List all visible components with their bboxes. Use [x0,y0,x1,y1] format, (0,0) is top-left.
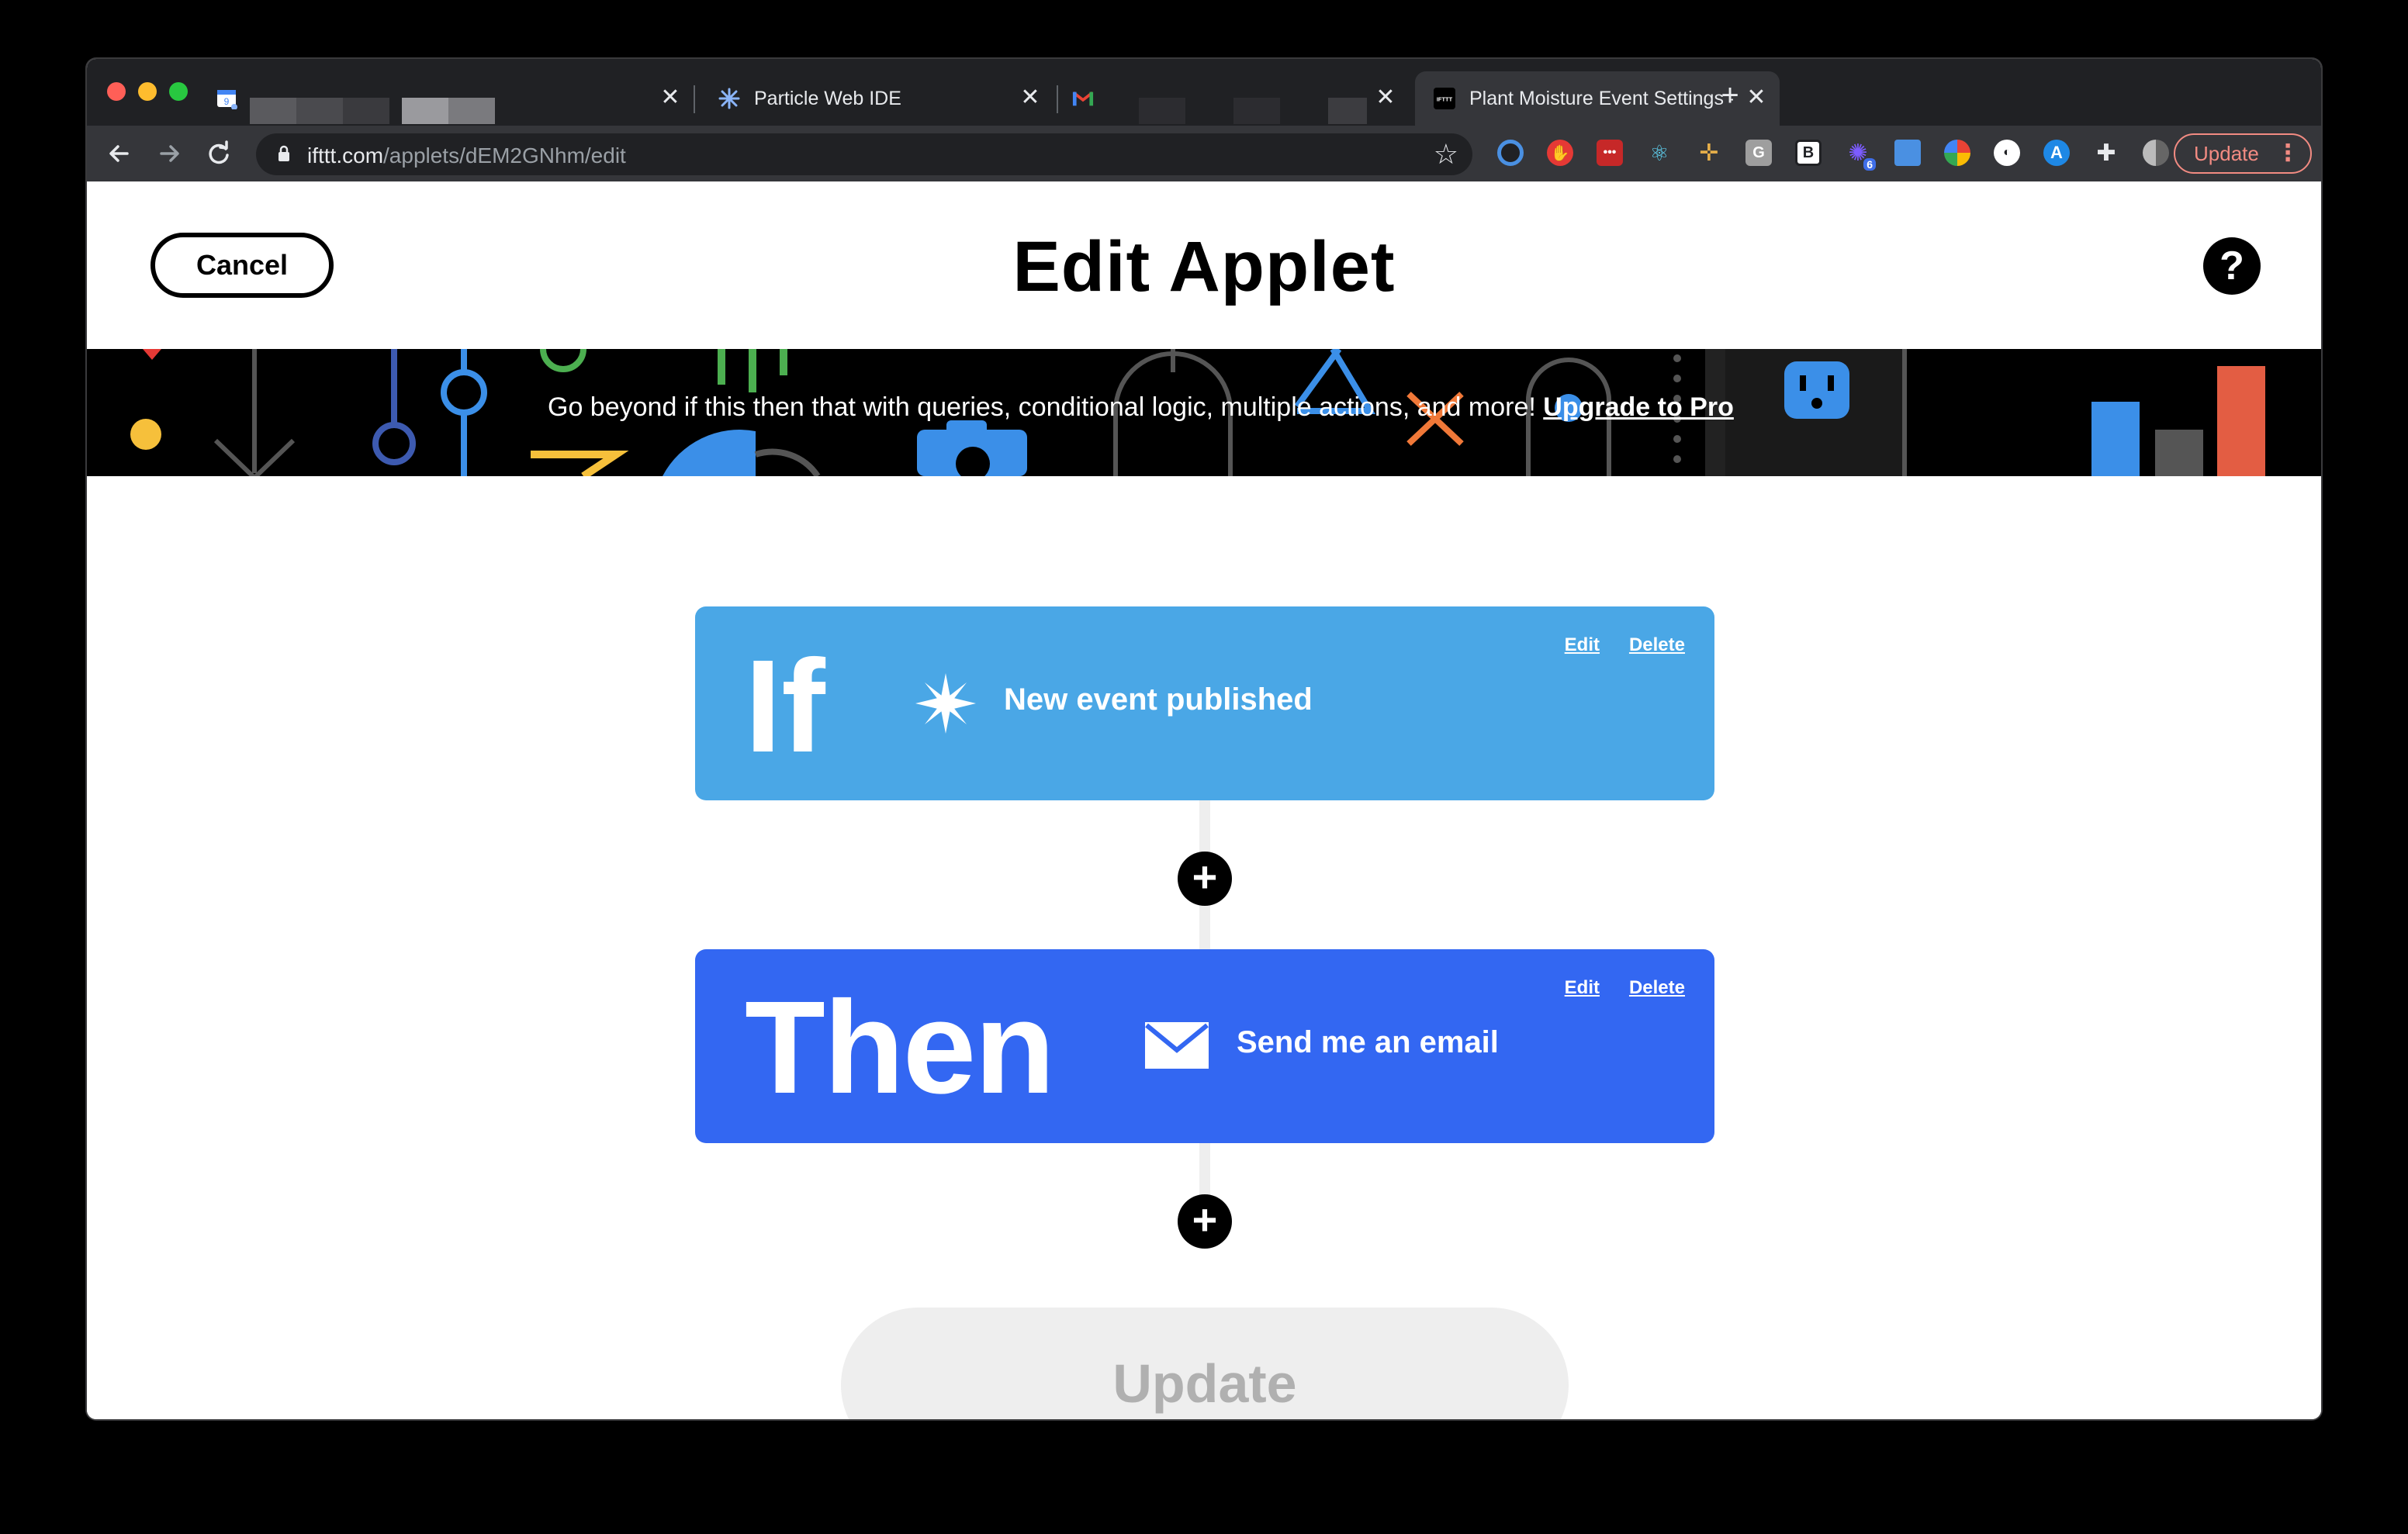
tab-calendar[interactable]: 9 ✕ [203,71,680,126]
profile-avatar[interactable] [2143,140,2169,166]
action-description: Send me an email [1237,1025,1499,1059]
forward-button[interactable] [152,136,186,171]
page-header: Cancel Edit Applet ? [87,181,2321,349]
new-tab-button[interactable]: + [1713,79,1747,113]
tab-close-button[interactable]: ✕ [1372,84,1399,112]
extension-b-icon[interactable]: B [1795,140,1822,166]
upgrade-banner: Go beyond if this then that with queries… [87,349,2321,476]
trigger-description: New event published [1004,682,1313,717]
trigger-delete-link[interactable]: Delete [1629,634,1685,656]
update-button[interactable]: Update [841,1308,1569,1419]
tab-title: Plant Moisture Event Settings - [1469,87,1733,109]
add-step-button[interactable]: + [1178,852,1232,906]
browser-update-button[interactable]: Update ⋮ [2174,133,2312,174]
then-keyword: Then [745,974,1055,1121]
ifttt-icon: IFTTT [1434,88,1455,109]
page-content: Cancel Edit Applet ? Go beyond if this t… [87,181,2321,1419]
back-button[interactable] [102,136,137,171]
page-title: Edit Applet [1012,227,1396,306]
svg-text:9: 9 [224,96,230,107]
particle-star-icon [915,673,976,734]
extension-chat-icon[interactable] [1894,140,1921,166]
extension-g-icon[interactable]: G [1745,140,1772,166]
menu-dots-icon[interactable]: ⋮ [2276,140,2299,168]
reload-icon [209,140,229,164]
extension-badge: 6 [1863,158,1876,171]
extension-burst-icon[interactable]: ✺ 6 [1845,140,1876,171]
window-close-button[interactable] [107,82,126,101]
extension-circle-icon[interactable] [1497,140,1524,166]
address-bar[interactable]: ifttt.com/applets/dEM2GNhm/edit ☆ [256,133,1472,175]
extension-hand-icon[interactable]: ✋ [1547,140,1573,166]
window-minimize-button[interactable] [138,82,157,101]
forward-arrow-icon [160,145,179,162]
back-arrow-icon [109,145,129,162]
url-text: ifttt.com/applets/dEM2GNhm/edit [307,143,626,168]
extension-react-icon[interactable]: ⚛ [1646,140,1673,166]
reload-button[interactable] [202,136,236,171]
add-action-button[interactable]: + [1178,1194,1232,1249]
action-card[interactable]: Then Send me an email Edit Delete [695,949,1714,1143]
particle-star-icon [718,88,740,109]
window-zoom-button[interactable] [169,82,188,101]
extensions-puzzle-icon[interactable]: ✚ [2093,140,2119,166]
if-keyword: If [745,633,825,780]
action-edit-link[interactable]: Edit [1565,977,1600,999]
tab-title: Particle Web IDE [754,87,901,109]
upgrade-to-pro-link[interactable]: Upgrade to Pro [1543,392,1734,422]
tab-gmail[interactable]: ✕ [1061,71,1409,126]
gmail-icon [1072,88,1094,109]
extension-lastpass-icon[interactable]: ••• [1597,140,1623,166]
trigger-edit-link[interactable]: Edit [1565,634,1600,656]
browser-update-label: Update [2194,141,2259,165]
lock-icon [279,145,289,161]
calendar-icon: 9 [216,88,237,109]
action-delete-link[interactable]: Delete [1629,977,1685,999]
extension-clock-icon[interactable]: ◐ [1994,140,2020,166]
browser-toolbar: ifttt.com/applets/dEM2GNhm/edit ☆ ✋ ••• … [87,126,2321,181]
tab-close-button[interactable]: ✕ [1016,84,1044,112]
extension-compass-icon[interactable] [1944,140,1970,166]
trigger-card[interactable]: If New event published Edit Delete [695,606,1714,800]
svg-text:IFTTT: IFTTT [1437,96,1453,103]
bookmark-star-icon[interactable]: ☆ [1434,138,1458,171]
browser-window: 9 ✕ Particle Web IDE ✕ ✕ IFTTT Plant Moi… [87,59,2321,1419]
extension-plus-icon[interactable]: ✛ [1696,140,1722,166]
email-envelope-icon [1145,1022,1209,1069]
upgrade-banner-text: Go beyond if this then that with queries… [548,392,1734,422]
extension-translate-icon[interactable]: A [2043,140,2070,166]
tab-strip: 9 ✕ Particle Web IDE ✕ ✕ IFTTT Plant Moi… [87,59,2321,126]
tab-close-button[interactable]: ✕ [656,84,684,112]
tab-particle-web-ide[interactable]: Particle Web IDE ✕ [700,71,1054,126]
help-icon[interactable]: ? [2203,237,2261,295]
